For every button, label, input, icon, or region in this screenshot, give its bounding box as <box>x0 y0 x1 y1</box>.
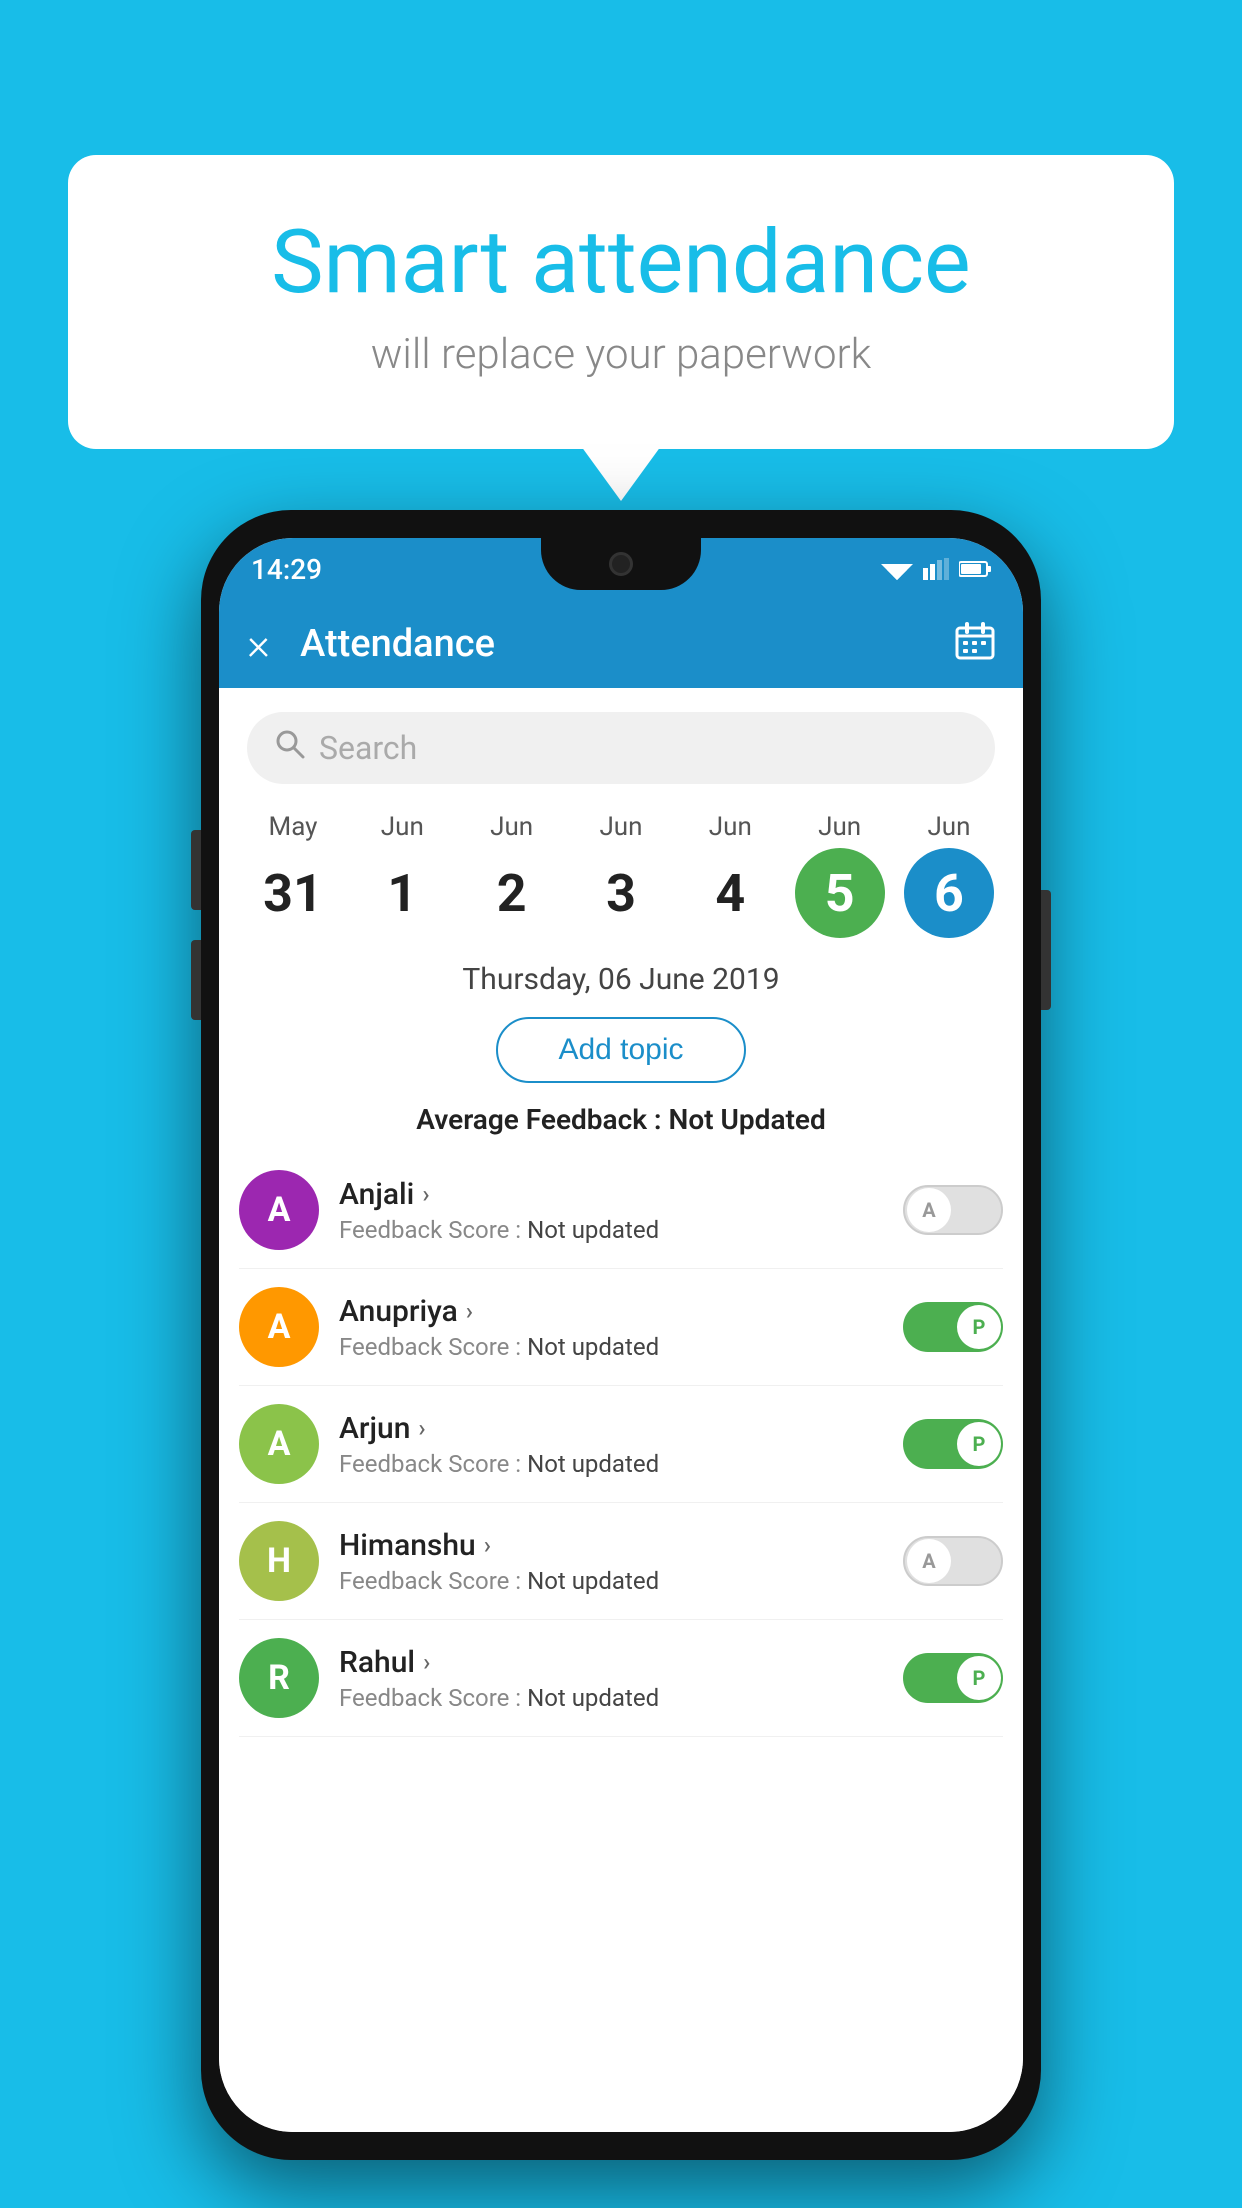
avg-feedback: Average Feedback : Not Updated <box>219 1103 1023 1136</box>
cal-day-number: 5 <box>795 848 885 938</box>
cal-day[interactable]: Jun 5 <box>790 812 890 938</box>
student-row[interactable]: R Rahul › Feedback Score : Not updated P <box>239 1620 1003 1737</box>
avatar: H <box>239 1521 319 1601</box>
attendance-toggle[interactable]: A <box>903 1536 1003 1586</box>
student-info: Arjun › Feedback Score : Not updated <box>339 1411 883 1478</box>
student-feedback: Feedback Score : Not updated <box>339 1684 883 1712</box>
avatar: R <box>239 1638 319 1718</box>
phone-shell: 14:29 <box>201 510 1041 2160</box>
cal-day-number: 1 <box>357 848 447 938</box>
student-feedback: Feedback Score : Not updated <box>339 1216 883 1244</box>
date-header: Thursday, 06 June 2019 <box>219 962 1023 997</box>
cal-month-label: Jun <box>490 812 533 842</box>
camera-icon <box>609 552 633 576</box>
cal-month-label: Jun <box>818 812 861 842</box>
cal-month-label: Jun <box>381 812 424 842</box>
student-list: AAnjali ›Feedback Score : Not updatedAAA… <box>219 1152 1023 1737</box>
avg-feedback-label: Average Feedback : <box>416 1103 661 1136</box>
speech-bubble: Smart attendance will replace your paper… <box>68 155 1174 449</box>
vol-down-button[interactable] <box>191 940 201 1020</box>
add-topic-button[interactable]: Add topic <box>496 1017 745 1083</box>
cal-month-label: May <box>269 812 318 842</box>
app-title: Attendance <box>300 622 955 666</box>
student-name: Anupriya › <box>339 1294 883 1329</box>
attendance-toggle[interactable]: P <box>903 1653 1003 1703</box>
student-info: Rahul › Feedback Score : Not updated <box>339 1645 883 1712</box>
attendance-toggle[interactable]: A <box>903 1185 1003 1235</box>
student-feedback: Feedback Score : Not updated <box>339 1450 883 1478</box>
phone: 14:29 <box>201 510 1041 2160</box>
student-row[interactable]: A Anjali › Feedback Score : Not updated A <box>239 1152 1003 1269</box>
avatar: A <box>239 1170 319 1250</box>
toggle-knob-label: A <box>907 1539 951 1583</box>
cal-day[interactable]: Jun 1 <box>352 812 452 938</box>
bubble-subtitle: will replace your paperwork <box>148 330 1094 379</box>
student-name: Himanshu › <box>339 1528 883 1563</box>
cal-day[interactable]: Jun 4 <box>680 812 780 938</box>
phone-screen: 14:29 <box>219 538 1023 2132</box>
chevron-right-icon: › <box>423 1648 430 1676</box>
content-area: Search May 31 Jun 1 Jun 2 Jun 3 Jun 4 Jun 5 Jun 6 Thu… <box>219 688 1023 2132</box>
power-button[interactable] <box>1041 890 1051 1010</box>
attendance-toggle[interactable]: P <box>903 1419 1003 1469</box>
student-info: Himanshu › Feedback Score : Not updated <box>339 1528 883 1595</box>
student-row[interactable]: A Anupriya › Feedback Score : Not updated P <box>239 1269 1003 1386</box>
student-name: Anjali › <box>339 1177 883 1212</box>
cal-day[interactable]: Jun 6 <box>899 812 999 938</box>
chevron-right-icon: › <box>466 1297 473 1325</box>
toggle-knob-label: P <box>957 1656 1001 1700</box>
feedback-value: Not updated <box>527 1216 659 1244</box>
cal-day[interactable]: Jun 2 <box>462 812 562 938</box>
student-feedback: Feedback Score : Not updated <box>339 1567 883 1595</box>
status-time: 14:29 <box>251 553 322 586</box>
toggle-knob-label: P <box>957 1422 1001 1466</box>
avatar: A <box>239 1287 319 1367</box>
student-info: Anjali › Feedback Score : Not updated <box>339 1177 883 1244</box>
student-info: Anupriya › Feedback Score : Not updated <box>339 1294 883 1361</box>
toggle-knob-label: P <box>957 1305 1001 1349</box>
feedback-value: Not updated <box>527 1567 659 1595</box>
calendar-strip: May 31 Jun 1 Jun 2 Jun 3 Jun 4 Jun 5 Jun 6 <box>219 784 1023 938</box>
student-name: Arjun › <box>339 1411 883 1446</box>
cal-month-label: Jun <box>709 812 752 842</box>
signal-icon <box>923 558 949 580</box>
cal-month-label: Jun <box>599 812 642 842</box>
cal-day[interactable]: May 31 <box>243 812 343 938</box>
cal-day-number: 4 <box>685 848 775 938</box>
student-feedback: Feedback Score : Not updated <box>339 1333 883 1361</box>
cal-month-label: Jun <box>927 812 970 842</box>
chevron-right-icon: › <box>422 1180 429 1208</box>
search-icon <box>275 729 305 767</box>
student-row[interactable]: H Himanshu › Feedback Score : Not updated A <box>239 1503 1003 1620</box>
wifi-icon <box>881 558 913 580</box>
attendance-toggle[interactable]: P <box>903 1302 1003 1352</box>
search-bar[interactable]: Search <box>247 712 995 784</box>
chevron-right-icon: › <box>418 1414 425 1442</box>
cal-day-number: 6 <box>904 848 994 938</box>
feedback-value: Not updated <box>527 1450 659 1478</box>
avatar: A <box>239 1404 319 1484</box>
bubble-title: Smart attendance <box>148 215 1094 312</box>
status-icons <box>881 558 991 580</box>
calendar-icon[interactable] <box>955 620 995 669</box>
student-row[interactable]: A Arjun › Feedback Score : Not updated P <box>239 1386 1003 1503</box>
feedback-value: Not updated <box>527 1684 659 1712</box>
notch <box>541 538 701 590</box>
toggle-knob-label: A <box>907 1188 951 1232</box>
app-bar: × Attendance <box>219 600 1023 688</box>
cal-day-number: 3 <box>576 848 666 938</box>
cal-day-number: 2 <box>467 848 557 938</box>
vol-up-button[interactable] <box>191 830 201 910</box>
battery-icon <box>959 560 991 578</box>
avg-feedback-value: Not Updated <box>669 1103 826 1136</box>
search-placeholder: Search <box>319 729 417 767</box>
cal-day[interactable]: Jun 3 <box>571 812 671 938</box>
cal-day-number: 31 <box>248 848 338 938</box>
chevron-right-icon: › <box>484 1531 491 1559</box>
feedback-value: Not updated <box>527 1333 659 1361</box>
student-name: Rahul › <box>339 1645 883 1680</box>
close-button[interactable]: × <box>247 618 270 670</box>
